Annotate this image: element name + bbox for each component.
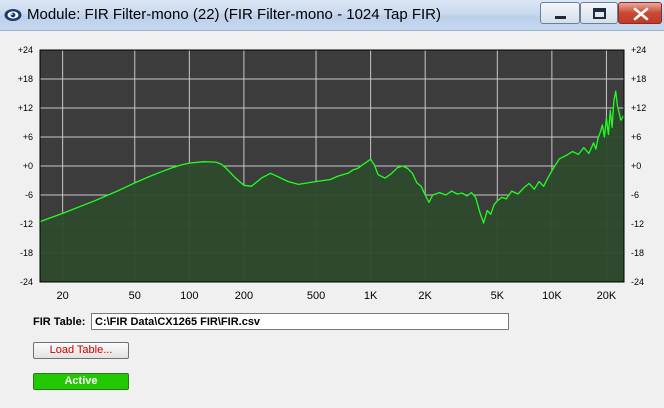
y-tick-label-right: -24 — [631, 277, 644, 287]
fir-table-path-field[interactable] — [91, 313, 509, 330]
y-tick-label-left: -6 — [25, 190, 33, 200]
y-tick-label-left: +12 — [18, 103, 33, 113]
window-title: Module: FIR Filter-mono (22) (FIR Filter… — [27, 6, 442, 23]
y-tick-label-left: -24 — [20, 277, 33, 287]
x-tick-label: 50 — [129, 290, 141, 302]
y-tick-label-left: +0 — [23, 161, 33, 171]
y-tick-label-right: +0 — [631, 161, 641, 171]
x-tick-label: 500 — [307, 290, 325, 302]
title-bar[interactable]: Module: FIR Filter-mono (22) (FIR Filter… — [0, 0, 664, 31]
y-tick-label-right: +12 — [631, 103, 646, 113]
maximize-button[interactable] — [580, 2, 618, 24]
minimize-icon — [555, 16, 566, 19]
fir-table-label: FIR Table: — [33, 316, 86, 328]
y-tick-label-right: +18 — [631, 74, 646, 84]
x-tick-label: 1K — [364, 290, 378, 302]
y-tick-label-left: +24 — [18, 45, 33, 55]
x-tick-label: 100 — [180, 290, 198, 302]
maximize-icon — [593, 8, 606, 19]
x-tick-label: 5K — [491, 290, 505, 302]
y-tick-label-right: +6 — [631, 132, 641, 142]
y-tick-label-left: -18 — [20, 248, 33, 258]
x-tick-label: 20K — [597, 290, 617, 302]
active-button[interactable]: Active — [33, 373, 129, 390]
y-tick-label-right: -18 — [631, 248, 644, 258]
x-tick-label: 2K — [418, 290, 432, 302]
frequency-response-chart: 20 50 100 200 500 1K 2K 5K 10K 20K +24 +24 +18 +18 +12… — [18, 45, 647, 302]
minimize-button[interactable] — [540, 2, 580, 24]
x-tick-label: 200 — [235, 290, 253, 302]
y-tick-label-right: -12 — [631, 219, 644, 229]
eye-icon[interactable] — [4, 6, 22, 24]
y-tick-label-right: -6 — [631, 190, 639, 200]
x-tick-label: 10K — [542, 290, 562, 302]
close-icon — [633, 7, 649, 21]
y-tick-label-left: +18 — [18, 74, 33, 84]
y-tick-label-left: +6 — [23, 132, 33, 142]
load-table-button[interactable]: Load Table... — [33, 342, 129, 359]
close-button[interactable] — [618, 2, 662, 24]
y-tick-label-right: +24 — [631, 45, 646, 55]
x-tick-label: 20 — [57, 290, 69, 302]
y-tick-label-left: -12 — [20, 219, 33, 229]
